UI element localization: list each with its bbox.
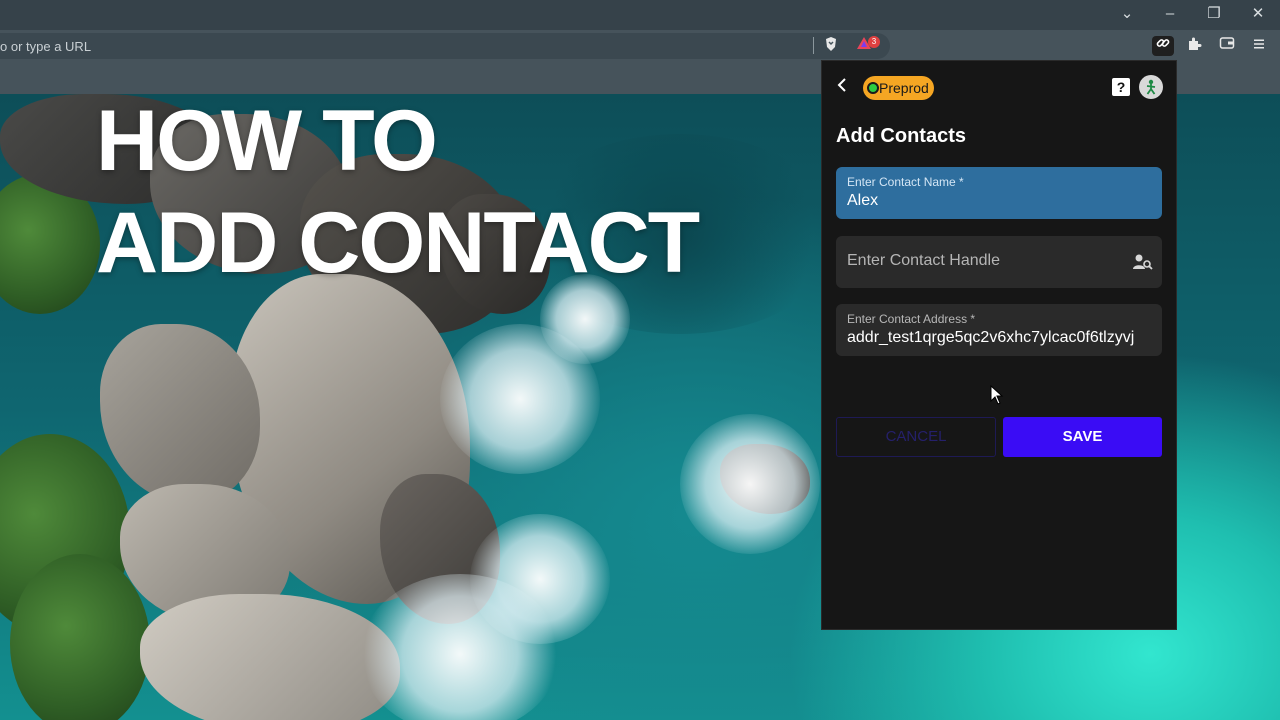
puzzle-extensions-icon[interactable] — [1183, 36, 1205, 56]
page-title: Add Contacts — [836, 125, 966, 147]
save-button[interactable]: SAVE — [1003, 417, 1162, 457]
help-icon[interactable]: ? — [1112, 78, 1130, 96]
contact-handle-placeholder: Enter Contact Handle — [847, 252, 1000, 269]
wallet-icon[interactable] — [1216, 36, 1238, 56]
tab-search-icon[interactable]: ⌄ — [1115, 4, 1139, 24]
browser-title-bar — [0, 0, 1280, 30]
restore-window-button[interactable]: ❐ — [1202, 4, 1226, 24]
contact-address-value[interactable]: addr_test1qrge5qc2v6xhc7ylcac0f6tlzyvj — [847, 329, 1153, 347]
mouse-cursor-icon — [990, 384, 1004, 405]
cancel-button[interactable]: CANCEL — [836, 417, 996, 457]
video-title-line-1: HOW TO — [96, 93, 438, 189]
person-search-icon[interactable] — [1132, 252, 1154, 272]
link-extension-icon[interactable] — [1152, 36, 1174, 56]
contact-name-value[interactable]: Alex — [847, 192, 1153, 210]
network-badge[interactable]: Preprod — [863, 76, 934, 100]
contact-address-field[interactable]: Enter Contact Address * addr_test1qrge5q… — [836, 304, 1162, 356]
omnibox-divider — [813, 37, 814, 54]
contact-name-label: Enter Contact Name * — [847, 175, 964, 189]
back-arrow-icon[interactable] — [836, 77, 852, 97]
menu-icon[interactable] — [1248, 36, 1270, 56]
address-bar-placeholder: o or type a URL — [0, 39, 92, 54]
minimize-window-button[interactable]: – — [1158, 4, 1182, 24]
contact-address-label: Enter Contact Address * — [847, 312, 976, 326]
address-bar[interactable] — [0, 33, 890, 59]
video-title-line-2: ADD CONTACT — [96, 195, 700, 291]
brave-shield-icon[interactable] — [820, 36, 842, 56]
contact-name-field[interactable]: Enter Contact Name * Alex — [836, 167, 1162, 219]
contact-handle-field[interactable]: Enter Contact Handle — [836, 236, 1162, 288]
account-avatar-icon[interactable] — [1139, 75, 1163, 99]
network-label: Preprod — [879, 80, 929, 96]
network-status-dot — [867, 82, 879, 94]
wallet-extension-popup: Preprod ? Add Contacts Enter Contact Nam… — [821, 60, 1177, 630]
rewards-count-badge: 3 — [868, 36, 880, 48]
close-window-button[interactable]: ✕ — [1246, 4, 1270, 24]
